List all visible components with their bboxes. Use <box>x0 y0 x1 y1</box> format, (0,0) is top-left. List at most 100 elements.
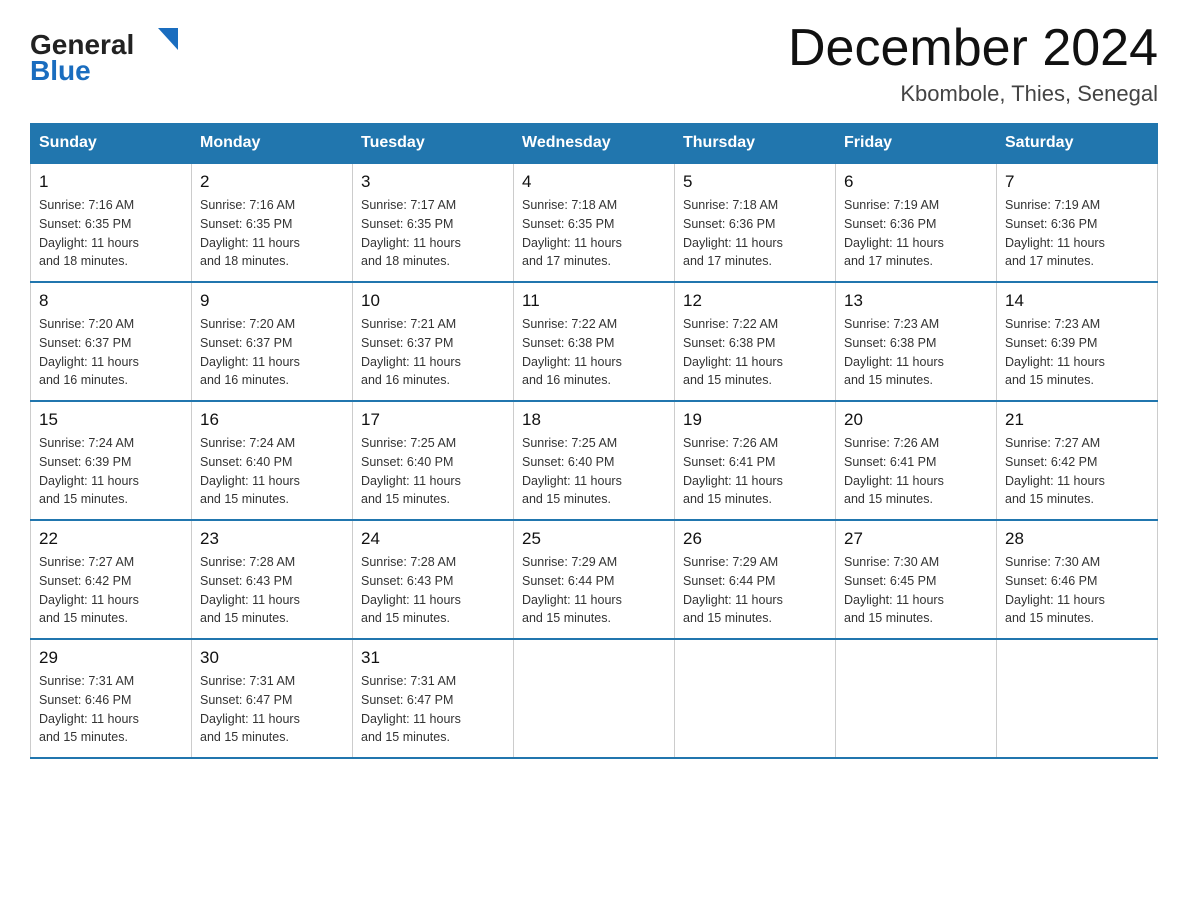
sunrise-label: Sunrise: 7:18 AM <box>522 198 617 212</box>
daylight-minutes: and 15 minutes. <box>683 373 772 387</box>
sunset-label: Sunset: 6:42 PM <box>1005 455 1097 469</box>
daylight-minutes: and 16 minutes. <box>39 373 128 387</box>
sunset-label: Sunset: 6:47 PM <box>361 693 453 707</box>
day-number: 25 <box>522 529 666 549</box>
sunset-label: Sunset: 6:40 PM <box>200 455 292 469</box>
daylight-minutes: and 15 minutes. <box>39 492 128 506</box>
day-info: Sunrise: 7:21 AM Sunset: 6:37 PM Dayligh… <box>361 315 505 390</box>
sunset-label: Sunset: 6:46 PM <box>39 693 131 707</box>
sunset-label: Sunset: 6:39 PM <box>1005 336 1097 350</box>
sunset-label: Sunset: 6:35 PM <box>200 217 292 231</box>
daylight-minutes: and 15 minutes. <box>200 611 289 625</box>
daylight-label: Daylight: 11 hours <box>361 593 461 607</box>
calendar-week-row: 15 Sunrise: 7:24 AM Sunset: 6:39 PM Dayl… <box>31 401 1158 520</box>
col-tuesday: Tuesday <box>353 124 514 164</box>
table-row: 21 Sunrise: 7:27 AM Sunset: 6:42 PM Dayl… <box>997 401 1158 520</box>
day-number: 12 <box>683 291 827 311</box>
subtitle: Kbombole, Thies, Senegal <box>788 81 1158 107</box>
sunrise-label: Sunrise: 7:27 AM <box>1005 436 1100 450</box>
day-number: 8 <box>39 291 183 311</box>
day-number: 10 <box>361 291 505 311</box>
day-info: Sunrise: 7:30 AM Sunset: 6:46 PM Dayligh… <box>1005 553 1149 628</box>
daylight-label: Daylight: 11 hours <box>683 474 783 488</box>
daylight-label: Daylight: 11 hours <box>361 355 461 369</box>
sunset-label: Sunset: 6:40 PM <box>522 455 614 469</box>
sunrise-label: Sunrise: 7:30 AM <box>844 555 939 569</box>
day-number: 29 <box>39 648 183 668</box>
table-row: 3 Sunrise: 7:17 AM Sunset: 6:35 PM Dayli… <box>353 163 514 282</box>
sunrise-label: Sunrise: 7:19 AM <box>844 198 939 212</box>
page-title: December 2024 <box>788 20 1158 77</box>
daylight-label: Daylight: 11 hours <box>200 474 300 488</box>
table-row: 6 Sunrise: 7:19 AM Sunset: 6:36 PM Dayli… <box>836 163 997 282</box>
table-row: 14 Sunrise: 7:23 AM Sunset: 6:39 PM Dayl… <box>997 282 1158 401</box>
day-number: 7 <box>1005 172 1149 192</box>
day-number: 21 <box>1005 410 1149 430</box>
day-number: 19 <box>683 410 827 430</box>
sunrise-label: Sunrise: 7:26 AM <box>683 436 778 450</box>
day-info: Sunrise: 7:26 AM Sunset: 6:41 PM Dayligh… <box>683 434 827 509</box>
sunset-label: Sunset: 6:42 PM <box>39 574 131 588</box>
sunset-label: Sunset: 6:37 PM <box>200 336 292 350</box>
sunset-label: Sunset: 6:37 PM <box>361 336 453 350</box>
day-number: 15 <box>39 410 183 430</box>
daylight-minutes: and 15 minutes. <box>844 373 933 387</box>
table-row: 18 Sunrise: 7:25 AM Sunset: 6:40 PM Dayl… <box>514 401 675 520</box>
sunset-label: Sunset: 6:40 PM <box>361 455 453 469</box>
calendar-header-row: Sunday Monday Tuesday Wednesday Thursday… <box>31 124 1158 164</box>
day-info: Sunrise: 7:22 AM Sunset: 6:38 PM Dayligh… <box>683 315 827 390</box>
sunrise-label: Sunrise: 7:31 AM <box>39 674 134 688</box>
daylight-label: Daylight: 11 hours <box>844 236 944 250</box>
daylight-label: Daylight: 11 hours <box>361 712 461 726</box>
day-number: 13 <box>844 291 988 311</box>
table-row: 26 Sunrise: 7:29 AM Sunset: 6:44 PM Dayl… <box>675 520 836 639</box>
day-info: Sunrise: 7:31 AM Sunset: 6:46 PM Dayligh… <box>39 672 183 747</box>
table-row: 9 Sunrise: 7:20 AM Sunset: 6:37 PM Dayli… <box>192 282 353 401</box>
sunrise-label: Sunrise: 7:18 AM <box>683 198 778 212</box>
daylight-minutes: and 15 minutes. <box>39 611 128 625</box>
day-info: Sunrise: 7:19 AM Sunset: 6:36 PM Dayligh… <box>844 196 988 271</box>
sunrise-label: Sunrise: 7:31 AM <box>361 674 456 688</box>
calendar-week-row: 8 Sunrise: 7:20 AM Sunset: 6:37 PM Dayli… <box>31 282 1158 401</box>
day-info: Sunrise: 7:28 AM Sunset: 6:43 PM Dayligh… <box>361 553 505 628</box>
day-info: Sunrise: 7:19 AM Sunset: 6:36 PM Dayligh… <box>1005 196 1149 271</box>
daylight-minutes: and 15 minutes. <box>1005 611 1094 625</box>
logo: General Blue <box>30 20 185 85</box>
sunrise-label: Sunrise: 7:29 AM <box>522 555 617 569</box>
day-number: 11 <box>522 291 666 311</box>
daylight-label: Daylight: 11 hours <box>522 474 622 488</box>
sunset-label: Sunset: 6:46 PM <box>1005 574 1097 588</box>
page-header: General Blue December 2024 Kbombole, Thi… <box>30 20 1158 107</box>
table-row: 15 Sunrise: 7:24 AM Sunset: 6:39 PM Dayl… <box>31 401 192 520</box>
day-info: Sunrise: 7:27 AM Sunset: 6:42 PM Dayligh… <box>1005 434 1149 509</box>
daylight-minutes: and 17 minutes. <box>683 254 772 268</box>
day-number: 27 <box>844 529 988 549</box>
calendar-week-row: 22 Sunrise: 7:27 AM Sunset: 6:42 PM Dayl… <box>31 520 1158 639</box>
daylight-label: Daylight: 11 hours <box>683 593 783 607</box>
table-row: 27 Sunrise: 7:30 AM Sunset: 6:45 PM Dayl… <box>836 520 997 639</box>
sunrise-label: Sunrise: 7:30 AM <box>1005 555 1100 569</box>
daylight-minutes: and 15 minutes. <box>844 492 933 506</box>
daylight-minutes: and 15 minutes. <box>522 492 611 506</box>
day-info: Sunrise: 7:27 AM Sunset: 6:42 PM Dayligh… <box>39 553 183 628</box>
sunset-label: Sunset: 6:39 PM <box>39 455 131 469</box>
daylight-label: Daylight: 11 hours <box>683 355 783 369</box>
daylight-minutes: and 16 minutes. <box>200 373 289 387</box>
sunrise-label: Sunrise: 7:24 AM <box>200 436 295 450</box>
daylight-label: Daylight: 11 hours <box>522 355 622 369</box>
table-row: 4 Sunrise: 7:18 AM Sunset: 6:35 PM Dayli… <box>514 163 675 282</box>
daylight-label: Daylight: 11 hours <box>1005 236 1105 250</box>
day-number: 17 <box>361 410 505 430</box>
svg-text:Blue: Blue <box>30 55 91 85</box>
daylight-minutes: and 15 minutes. <box>361 492 450 506</box>
title-area: December 2024 Kbombole, Thies, Senegal <box>788 20 1158 107</box>
col-sunday: Sunday <box>31 124 192 164</box>
sunset-label: Sunset: 6:38 PM <box>683 336 775 350</box>
sunrise-label: Sunrise: 7:22 AM <box>683 317 778 331</box>
sunset-label: Sunset: 6:43 PM <box>361 574 453 588</box>
sunset-label: Sunset: 6:43 PM <box>200 574 292 588</box>
day-info: Sunrise: 7:31 AM Sunset: 6:47 PM Dayligh… <box>200 672 344 747</box>
sunset-label: Sunset: 6:35 PM <box>39 217 131 231</box>
day-number: 28 <box>1005 529 1149 549</box>
daylight-label: Daylight: 11 hours <box>200 355 300 369</box>
